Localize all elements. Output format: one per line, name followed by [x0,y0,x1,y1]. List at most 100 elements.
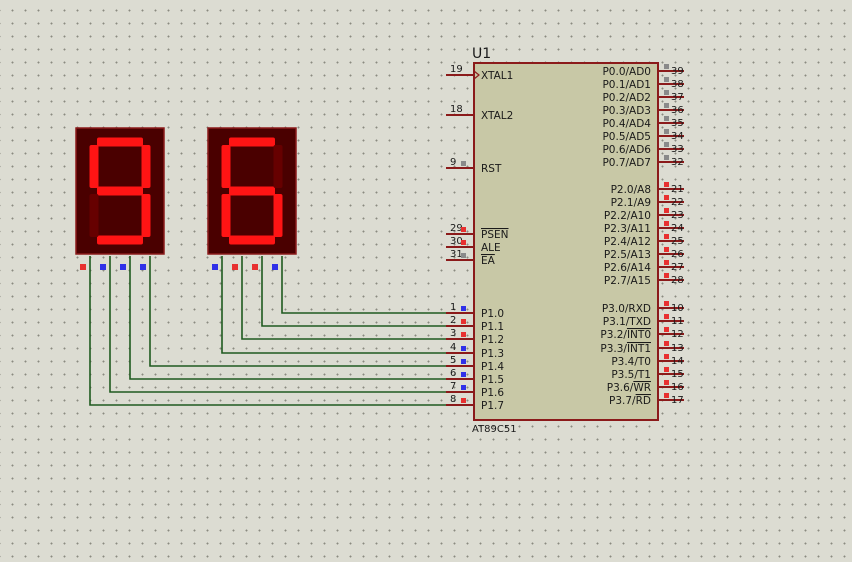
segment-a [229,137,275,147]
pin-state-indicator [664,129,669,134]
chip-pin-p0-3-ad3[interactable]: 36 P0.3/AD3 [602,103,684,117]
segment-c [141,194,151,237]
display-pin-state-indicator [232,264,238,270]
pin-label: P0.0/AD0 [602,66,651,78]
pin-label: P1.4 [481,361,504,373]
pin-label: EA [481,255,496,267]
display-pin-state-indicator [100,264,106,270]
pin-state-indicator [461,359,466,364]
pin-number: 23 [671,210,684,221]
chip-pin-p2-0-a8[interactable]: 21 P2.0/A8 [611,182,684,196]
display-pin-state-indicator [80,264,86,270]
display-pin-state-indicator [120,264,126,270]
pin-state-indicator [461,398,466,403]
pin-number: 7 [450,381,456,392]
chip-pin-p2-6-a14[interactable]: 27 P2.6/A14 [604,260,684,274]
segment-b [273,145,283,188]
pin-state-indicator [461,332,466,337]
pin-state-indicator [461,227,466,232]
chip-pin-p3-4-t0[interactable]: 14 P3.4/T0 [611,354,684,368]
chip-pin-p3-6-wr[interactable]: 16 P3.6/WR [607,380,684,394]
pin-state-indicator [664,77,669,82]
pin-state-indicator [461,240,466,245]
chip-pin-p0-6-ad6[interactable]: 33 P0.6/AD6 [602,142,684,156]
pin-state-indicator [461,346,466,351]
segment-b [141,145,151,188]
pin-number: 2 [450,315,456,326]
wire [149,256,446,367]
chip-pin-p0-2-ad2[interactable]: 37 P0.2/AD2 [602,90,684,104]
pin-number: 26 [671,249,684,260]
pin-state-indicator [664,367,669,372]
pin-label: P3.5/T1 [611,369,651,381]
wire [129,256,446,380]
chip-pin-p3-3-int1[interactable]: 13 P3.3/INT1 [600,341,684,355]
pin-number: 31 [450,249,463,260]
pin-label: P3.0/RXD [602,303,651,315]
pin-state-indicator [664,221,669,226]
pin-label: RST [481,163,502,175]
pin-label: P3.4/T0 [611,356,651,368]
pin-number: 33 [671,144,684,155]
chip-pin-p2-3-a11[interactable]: 24 P2.3/A11 [604,221,684,235]
pin-number: 22 [671,197,684,208]
segment-f [89,145,99,188]
microcontroller-u1[interactable]: U1 AT89C51 19XTAL118XTAL29RST29PSEN30ALE… [446,46,684,435]
pin-state-indicator [664,380,669,385]
pin-label: P3.3/INT1 [600,343,651,355]
pin-state-indicator [664,116,669,121]
pin-state-indicator [664,195,669,200]
segment-f [221,145,231,188]
pin-number: 25 [671,236,684,247]
pin-state-indicator [664,103,669,108]
wire [261,256,446,327]
schematic-canvas: U1 AT89C51 19XTAL118XTAL29RST29PSEN30ALE… [75,46,684,435]
chip-pin-p0-5-ad5[interactable]: 34 P0.5/AD5 [602,129,684,143]
pin-state-indicator [664,234,669,239]
chip-reference: U1 [472,46,491,62]
pin-number: 18 [450,104,463,115]
chip-pin-p3-1-txd[interactable]: 11 P3.1/TXD [603,314,684,328]
pin-state-indicator [461,253,466,258]
pin-label: P2.2/A10 [604,210,651,222]
pin-number: 24 [671,223,684,234]
pin-label: P3.6/WR [607,382,651,394]
segment-e [89,194,99,237]
chip-pin-p2-7-a15[interactable]: 28 P2.7/A15 [604,273,684,287]
chip-pin-p2-4-a12[interactable]: 25 P2.4/A12 [604,234,684,248]
chip-pin-p2-2-a10[interactable]: 23 P2.2/A10 [604,208,684,222]
pin-number: 27 [671,262,684,273]
pin-label: P1.7 [481,400,504,412]
chip-pin-p2-5-a13[interactable]: 26 P2.5/A13 [604,247,684,261]
pin-state-indicator [664,314,669,319]
pin-label: P1.1 [481,321,504,333]
pin-state-indicator [664,64,669,69]
pin-label: P0.3/AD3 [602,105,651,117]
pin-state-indicator [664,182,669,187]
pin-label: XTAL1 [481,70,513,82]
chip-pin-p0-4-ad4[interactable]: 35 P0.4/AD4 [602,116,684,130]
chip-pin-p0-7-ad7[interactable]: 32 P0.7/AD7 [602,155,684,169]
segment-a [97,137,143,147]
pin-state-indicator [664,341,669,346]
pin-state-indicator [664,208,669,213]
pin-state-indicator [664,354,669,359]
pin-state-indicator [664,273,669,278]
chip-pin-p3-0-rxd[interactable]: 10 P3.0/RXD [602,301,684,315]
seven-segment-display-2 [207,127,297,270]
chip-pin-p2-1-a9[interactable]: 22 P2.1/A9 [611,195,684,209]
pin-state-indicator [664,247,669,252]
pin-number: 28 [671,275,684,286]
pin-label: P0.5/AD5 [602,131,651,143]
chip-pin-p0-1-ad1[interactable]: 38 P0.1/AD1 [602,77,684,91]
display-pin-state-indicator [212,264,218,270]
chip-pin-p0-0-ad0[interactable]: 39 P0.0/AD0 [602,64,684,78]
display-pin-state-indicator [272,264,278,270]
chip-pin-p3-5-t1[interactable]: 15 P3.5/T1 [611,367,684,381]
pin-label: P3.2/INT0 [600,329,651,341]
pin-state-indicator [461,161,466,166]
chip-pin-p3-7-rd[interactable]: 17 P3.7/RD [609,393,684,407]
pin-number: 5 [450,355,456,366]
pin-number: 1 [450,302,456,313]
chip-pin-p3-2-int0[interactable]: 12 P3.2/INT0 [600,327,684,341]
